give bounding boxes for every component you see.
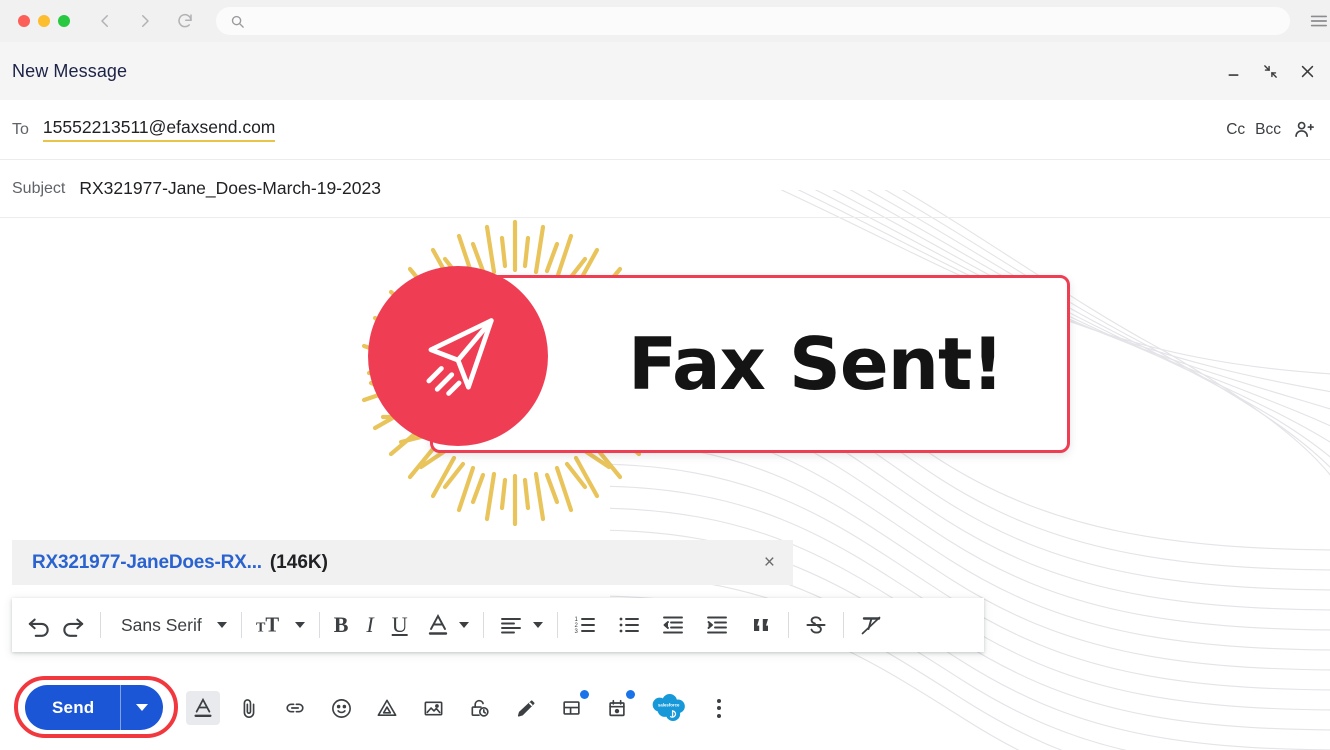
hamburger-menu-icon[interactable] [1308, 10, 1330, 32]
block-quote-button[interactable] [744, 607, 778, 643]
search-icon [231, 15, 244, 28]
schedule-send-button[interactable] [600, 690, 635, 725]
subject-value[interactable]: RX321977-Jane_Does-March-19-2023 [79, 178, 381, 199]
svg-text:salesforce: salesforce [658, 702, 680, 707]
attachment-size: (146K) [269, 551, 328, 573]
page-title: New Message [12, 60, 128, 81]
to-label: To [12, 120, 29, 138]
back-button[interactable] [96, 12, 114, 30]
remove-attachment-button[interactable]: × [764, 553, 775, 572]
to-recipient-value[interactable]: 15552213511@efaxsend.com [42, 117, 276, 142]
window-traffic-lights[interactable] [18, 15, 70, 27]
undo-icon[interactable] [22, 607, 56, 643]
more-options-icon [717, 698, 721, 718]
formatting-options-button[interactable] [186, 691, 220, 725]
reload-button[interactable] [176, 12, 194, 30]
close-icon[interactable] [1299, 63, 1316, 80]
more-options-button[interactable] [702, 691, 736, 725]
indent-increase-button[interactable] [700, 607, 734, 643]
bcc-button[interactable]: Bcc [1255, 121, 1281, 139]
bold-button[interactable]: B [330, 607, 353, 643]
minimize-icon[interactable] [1225, 63, 1242, 80]
compose-header: New Message [0, 42, 1330, 100]
salesforce-icon: salesforce [652, 694, 685, 721]
message-body[interactable]: Fax Sent! [0, 218, 1330, 533]
paper-plane-icon [426, 318, 494, 396]
exit-full-screen-icon[interactable] [1262, 63, 1279, 80]
compose-window: New Message To 15552213511@efaxsend.com … [0, 0, 1330, 750]
attach-file-button[interactable] [232, 691, 266, 725]
schedule-send-badge [626, 690, 635, 699]
svg-text:3: 3 [574, 629, 578, 635]
forward-button[interactable] [136, 12, 154, 30]
google-drive-button[interactable] [370, 691, 404, 725]
cc-button[interactable]: Cc [1226, 121, 1245, 139]
to-field-row[interactable]: To 15552213511@efaxsend.com Cc Bcc [0, 100, 1330, 160]
font-family-selector[interactable]: Sans Serif [111, 607, 231, 643]
fax-sent-banner: Fax Sent! [335, 208, 1080, 538]
chevron-down-icon [532, 622, 543, 628]
fax-sent-card: Fax Sent! [368, 266, 1070, 453]
add-person-icon[interactable] [1293, 118, 1316, 141]
insert-signature-button[interactable] [508, 691, 542, 725]
chevron-down-icon [458, 622, 469, 628]
salesforce-button[interactable]: salesforce [646, 691, 690, 725]
indent-decrease-button[interactable] [656, 607, 690, 643]
minimize-window-button[interactable] [38, 15, 50, 27]
chevron-down-icon [294, 622, 305, 628]
underline-button[interactable]: U [388, 607, 412, 643]
paper-plane-badge [368, 266, 548, 446]
browser-toolbar [0, 0, 1330, 42]
send-button[interactable]: Send [25, 685, 120, 730]
send-button-group[interactable]: Send [25, 685, 164, 730]
layout-template-button[interactable] [554, 690, 589, 725]
attachment-chip[interactable]: RX321977-JaneDoes-RX... (146K) × [12, 540, 793, 585]
maximize-window-button[interactable] [58, 15, 70, 27]
font-family-value: Sans Serif [121, 614, 202, 635]
svg-text:T: T [265, 615, 279, 637]
align-button[interactable] [494, 607, 547, 643]
subject-label: Subject [12, 179, 66, 197]
attachment-filename[interactable]: RX321977-JaneDoes-RX... [32, 552, 262, 574]
redo-icon[interactable] [56, 607, 90, 643]
address-bar[interactable] [216, 7, 1291, 35]
insert-emoji-button[interactable] [324, 691, 358, 725]
strikethrough-button[interactable] [799, 607, 833, 643]
text-color-button[interactable] [422, 607, 473, 643]
banner-headline: Fax Sent! [628, 322, 1004, 406]
insert-link-button[interactable] [278, 691, 312, 725]
chevron-down-icon [216, 622, 227, 628]
formatting-toolbar: Sans Serif T T B I U 1 2 3 [12, 598, 984, 652]
compose-tools: salesforce [186, 686, 736, 730]
numbered-list-button[interactable]: 1 2 3 [568, 607, 602, 643]
chevron-down-icon [136, 704, 149, 711]
remove-formatting-button[interactable] [854, 607, 888, 643]
insert-photo-button[interactable] [416, 691, 450, 725]
subject-field-row[interactable]: Subject RX321977-Jane_Does-March-19-2023 [0, 160, 1330, 218]
italic-button[interactable]: I [362, 607, 377, 643]
bulleted-list-button[interactable] [612, 607, 646, 643]
layout-template-badge [580, 690, 589, 699]
confidential-mode-button[interactable] [462, 691, 496, 725]
close-window-button[interactable] [18, 15, 30, 27]
font-size-selector[interactable]: T T [252, 607, 309, 643]
